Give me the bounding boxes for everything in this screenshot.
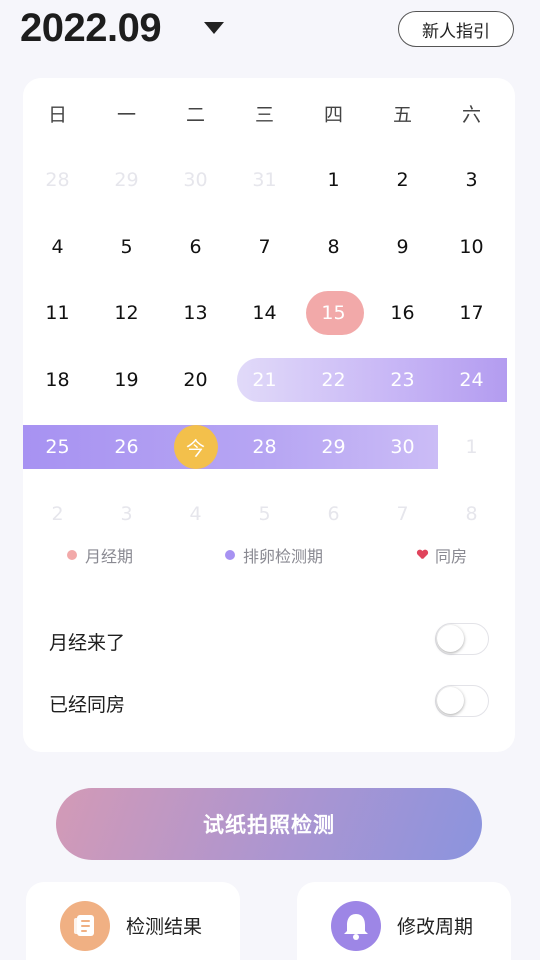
day-cell[interactable]: 12 bbox=[92, 291, 161, 335]
day-cell[interactable]: 1 bbox=[437, 425, 506, 469]
day-cell-ovulation[interactable]: 24 bbox=[437, 358, 506, 402]
day-cell-ovulation[interactable]: 25 bbox=[23, 425, 92, 469]
day-cell[interactable]: 6 bbox=[161, 225, 230, 269]
switch-knob bbox=[437, 687, 464, 714]
bell-icon bbox=[331, 901, 381, 951]
month-dropdown-icon[interactable] bbox=[204, 22, 224, 34]
day-cell-today[interactable]: 今 bbox=[161, 425, 230, 469]
toggle-row-intercourse: 已经同房 bbox=[49, 682, 489, 722]
day-cell[interactable]: 11 bbox=[23, 291, 92, 335]
calendar-legend: 月经期 排卵检测期 同房 bbox=[23, 540, 515, 570]
period-started-label: 月经来了 bbox=[49, 632, 126, 654]
had-intercourse-label: 已经同房 bbox=[49, 694, 126, 716]
day-cell-ovulation[interactable]: 23 bbox=[368, 358, 437, 402]
day-cell[interactable]: 2 bbox=[23, 492, 92, 536]
legend-ovulation: 排卵检测期 bbox=[225, 540, 323, 570]
day-cell-ovulation[interactable]: 30 bbox=[368, 425, 437, 469]
day-cell[interactable]: 14 bbox=[230, 291, 299, 335]
day-cell[interactable]: 8 bbox=[437, 492, 506, 536]
day-cell[interactable]: 5 bbox=[92, 225, 161, 269]
legend-intercourse-label: 同房 bbox=[435, 547, 468, 566]
period-started-switch[interactable] bbox=[435, 623, 489, 655]
period-dot-icon bbox=[67, 550, 77, 560]
day-cell[interactable]: 6 bbox=[299, 492, 368, 536]
day-cell[interactable]: 5 bbox=[230, 492, 299, 536]
weekday-wed: 三 bbox=[254, 104, 274, 126]
day-cell[interactable]: 7 bbox=[230, 225, 299, 269]
day-cell[interactable]: 4 bbox=[23, 225, 92, 269]
calendar-card: 日 一 二 三 四 五 六 28 29 30 31 1 2 3 4 5 6 7 … bbox=[23, 78, 515, 752]
weekday-fri: 五 bbox=[392, 104, 412, 126]
day-cell-ovulation[interactable]: 29 bbox=[299, 425, 368, 469]
day-cell[interactable]: 10 bbox=[437, 225, 506, 269]
switch-knob bbox=[437, 625, 464, 652]
heart-icon bbox=[417, 550, 427, 560]
legend-period: 月经期 bbox=[67, 540, 133, 570]
day-cell[interactable]: 3 bbox=[92, 492, 161, 536]
weekday-thu: 四 bbox=[323, 104, 343, 126]
day-cell[interactable]: 9 bbox=[368, 225, 437, 269]
document-icon bbox=[60, 901, 110, 951]
day-cell[interactable]: 4 bbox=[161, 492, 230, 536]
day-cell[interactable]: 19 bbox=[92, 358, 161, 402]
weekday-mon: 一 bbox=[116, 104, 136, 126]
day-cell-ovulation[interactable]: 21 bbox=[230, 358, 299, 402]
day-cell[interactable]: 29 bbox=[92, 158, 161, 202]
day-cell[interactable]: 13 bbox=[161, 291, 230, 335]
weekday-sat: 六 bbox=[461, 104, 481, 126]
day-cell[interactable]: 31 bbox=[230, 158, 299, 202]
day-cell[interactable]: 1 bbox=[299, 158, 368, 202]
toggle-row-period: 月经来了 bbox=[49, 620, 489, 660]
day-cell-ovulation[interactable]: 28 bbox=[230, 425, 299, 469]
day-cell[interactable]: 3 bbox=[437, 158, 506, 202]
day-cell[interactable]: 20 bbox=[161, 358, 230, 402]
month-title[interactable]: 2022.09 bbox=[20, 6, 162, 51]
weekday-header: 日 一 二 三 四 五 六 bbox=[23, 78, 515, 146]
day-cell[interactable]: 16 bbox=[368, 291, 437, 335]
day-cell[interactable]: 2 bbox=[368, 158, 437, 202]
had-intercourse-switch[interactable] bbox=[435, 685, 489, 717]
edit-cycle-label: 修改周期 bbox=[397, 916, 474, 938]
day-cell-ovulation[interactable]: 22 bbox=[299, 358, 368, 402]
day-cell[interactable]: 7 bbox=[368, 492, 437, 536]
day-cell-period[interactable]: 15 bbox=[299, 291, 368, 335]
weekday-tue: 二 bbox=[185, 104, 205, 126]
results-label: 检测结果 bbox=[126, 916, 203, 938]
legend-ovulation-label: 排卵检测期 bbox=[243, 547, 324, 566]
day-cell-ovulation[interactable]: 26 bbox=[92, 425, 161, 469]
ovulation-dot-icon bbox=[225, 550, 235, 560]
legend-intercourse: 同房 bbox=[417, 540, 467, 570]
guide-button[interactable]: 新人指引 bbox=[398, 11, 514, 47]
weekday-sun: 日 bbox=[47, 104, 67, 126]
day-cell[interactable]: 18 bbox=[23, 358, 92, 402]
legend-period-label: 月经期 bbox=[85, 547, 134, 566]
day-cell[interactable]: 8 bbox=[299, 225, 368, 269]
edit-cycle-card[interactable]: 修改周期 bbox=[297, 882, 511, 960]
day-cell[interactable]: 28 bbox=[23, 158, 92, 202]
day-cell[interactable]: 17 bbox=[437, 291, 506, 335]
results-card[interactable]: 检测结果 bbox=[26, 882, 240, 960]
header: 2022.09 新人指引 bbox=[0, 0, 540, 70]
scan-test-button[interactable]: 试纸拍照检测 bbox=[56, 788, 482, 860]
day-cell[interactable]: 30 bbox=[161, 158, 230, 202]
